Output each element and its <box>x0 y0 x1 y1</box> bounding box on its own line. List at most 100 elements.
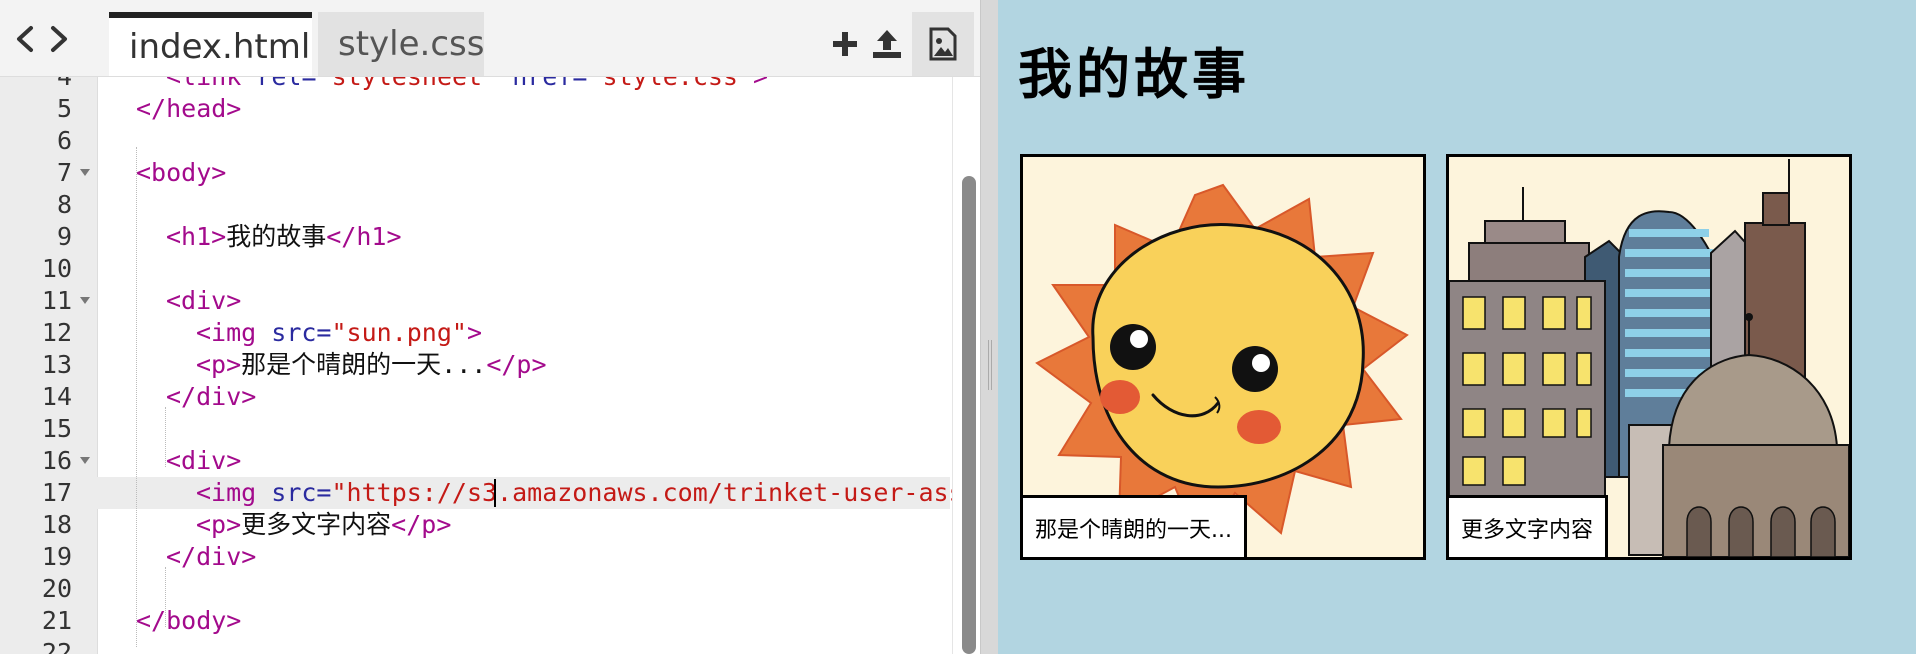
code-token: <div> <box>166 446 242 475</box>
code-token: > <box>753 77 768 91</box>
tab-label: style.css <box>338 24 485 64</box>
tab-index-html[interactable]: index.html <box>109 12 312 76</box>
code-token: <link <box>166 77 256 91</box>
tab-style-css[interactable]: style.css <box>318 12 484 76</box>
panel-caption: 更多文字内容 <box>1449 495 1609 557</box>
line-number: 17 <box>41 478 72 507</box>
code-token: <body> <box>136 158 227 187</box>
code-token: > <box>466 318 483 347</box>
code-line[interactable]: 8 <box>0 189 950 221</box>
code-token: </p> <box>391 510 452 539</box>
code-line[interactable]: 14 </div> <box>0 381 950 413</box>
fold-arrow-icon[interactable] <box>80 169 90 176</box>
code-line[interactable]: 7 <body> <box>0 157 950 189</box>
code-line[interactable]: 20 <box>0 573 950 605</box>
line-number: 22 <box>41 638 72 654</box>
line-number: 11 <box>41 286 72 315</box>
line-number: 18 <box>41 510 72 539</box>
code-area[interactable]: 4 <link rel="stylesheet" href="style.css"… <box>0 77 998 654</box>
code-text: </body> <box>136 605 241 637</box>
code-token: 那是个晴朗的一天... <box>241 350 487 379</box>
code-text: <img src="https://s3.amazonaws.com/trink… <box>196 477 994 509</box>
code-token: "style.css" <box>587 77 753 91</box>
code-token: "stylesheet" <box>317 77 513 91</box>
code-token: href= <box>512 77 587 91</box>
code-token: <p> <box>196 510 242 539</box>
comic-panel-sun: 那是个晴朗的一天... <box>1020 154 1426 560</box>
panel-caption: 那是个晴朗的一天... <box>1023 495 1247 557</box>
code-text: </div> <box>166 541 256 573</box>
code-token: </body> <box>136 606 242 635</box>
code-token: "https://s3.amazonaws.com/trinket-user-a… <box>331 478 994 507</box>
forward-icon[interactable] <box>44 22 74 56</box>
line-number: 19 <box>41 542 72 571</box>
code-token: 更多文字内容 <box>241 510 392 539</box>
code-token: <h1> <box>166 222 227 251</box>
code-token: <div> <box>166 286 242 315</box>
code-token: <img <box>196 478 272 507</box>
line-number: 20 <box>41 574 72 603</box>
code-token: </p> <box>486 350 547 379</box>
code-line[interactable]: 18 <p>更多文字内容</p> <box>0 509 950 541</box>
back-icon[interactable] <box>10 22 40 56</box>
code-text: <link rel="stylesheet" href="style.css"> <box>166 77 768 93</box>
line-number: 13 <box>41 350 72 379</box>
code-line[interactable]: 4 <link rel="stylesheet" href="style.css"… <box>0 77 950 93</box>
code-line[interactable]: 11 <div> <box>0 285 950 317</box>
code-line[interactable]: 17 <img src="https://s3.amazonaws.com/tri… <box>0 477 994 509</box>
editor-scrollbar-thumb[interactable] <box>962 176 976 654</box>
code-line[interactable]: 21 </body> <box>0 605 950 637</box>
fold-arrow-icon[interactable] <box>80 457 90 464</box>
code-line[interactable]: 9 <h1>我的故事</h1> <box>0 221 950 253</box>
code-text: <div> <box>166 445 241 477</box>
line-number: 15 <box>41 414 72 443</box>
line-number: 7 <box>56 158 72 187</box>
code-text: <p>更多文字内容</p> <box>196 509 451 541</box>
page-title: 我的故事 <box>1018 42 1250 106</box>
fold-arrow-icon[interactable] <box>80 297 90 304</box>
code-text: <h1>我的故事</h1> <box>166 221 402 253</box>
line-number: 9 <box>56 222 72 251</box>
code-text: </head> <box>136 93 241 125</box>
code-token: </div> <box>166 382 257 411</box>
code-token: </head> <box>136 94 242 123</box>
code-line[interactable]: 12 <img src="sun.png"> <box>0 317 950 349</box>
code-text: <body> <box>136 157 226 189</box>
code-token: <p> <box>196 350 242 379</box>
code-line[interactable]: 6 <box>0 125 950 157</box>
code-line[interactable]: 10 <box>0 253 950 285</box>
code-token: </h1> <box>326 222 402 251</box>
code-line[interactable]: 19 </div> <box>0 541 950 573</box>
code-token: src= <box>271 318 332 347</box>
pane-splitter[interactable] <box>980 0 1000 654</box>
plus-icon[interactable] <box>825 20 865 68</box>
line-number: 21 <box>41 606 72 635</box>
code-token: rel= <box>256 77 316 91</box>
code-line[interactable]: 13 <p>那是个晴朗的一天...</p> <box>0 349 950 381</box>
code-line[interactable]: 22 <box>0 637 950 654</box>
upload-icon[interactable] <box>867 20 907 68</box>
line-number: 6 <box>56 126 72 155</box>
line-number: 12 <box>41 318 72 347</box>
code-text: <div> <box>166 285 241 317</box>
code-line[interactable]: 5 </head> <box>0 93 950 125</box>
line-number: 16 <box>41 446 72 475</box>
code-token: 我的故事 <box>226 222 327 251</box>
line-number: 10 <box>41 254 72 283</box>
splitter-grip[interactable] <box>988 340 992 390</box>
comic-panel-city: 更多文字内容 <box>1446 154 1852 560</box>
preview-pane: 我的故事 那是个晴朗的一天... 更多文字内容 <box>998 0 1916 654</box>
code-token: src= <box>271 478 332 507</box>
line-number: 8 <box>56 190 72 219</box>
code-line[interactable]: 15 <box>0 413 950 445</box>
line-number: 5 <box>56 94 72 123</box>
code-line[interactable]: 16 <div> <box>0 445 950 477</box>
editor-toolbar: index.html style.css <box>0 0 998 77</box>
code-text: <p>那是个晴朗的一天...</p> <box>196 349 547 381</box>
text-cursor <box>494 479 496 507</box>
image-icon[interactable] <box>912 12 974 76</box>
code-token: </div> <box>166 542 257 571</box>
code-token: "sun.png" <box>331 318 467 347</box>
tab-label: index.html <box>129 27 311 67</box>
line-number: 4 <box>0 77 72 93</box>
